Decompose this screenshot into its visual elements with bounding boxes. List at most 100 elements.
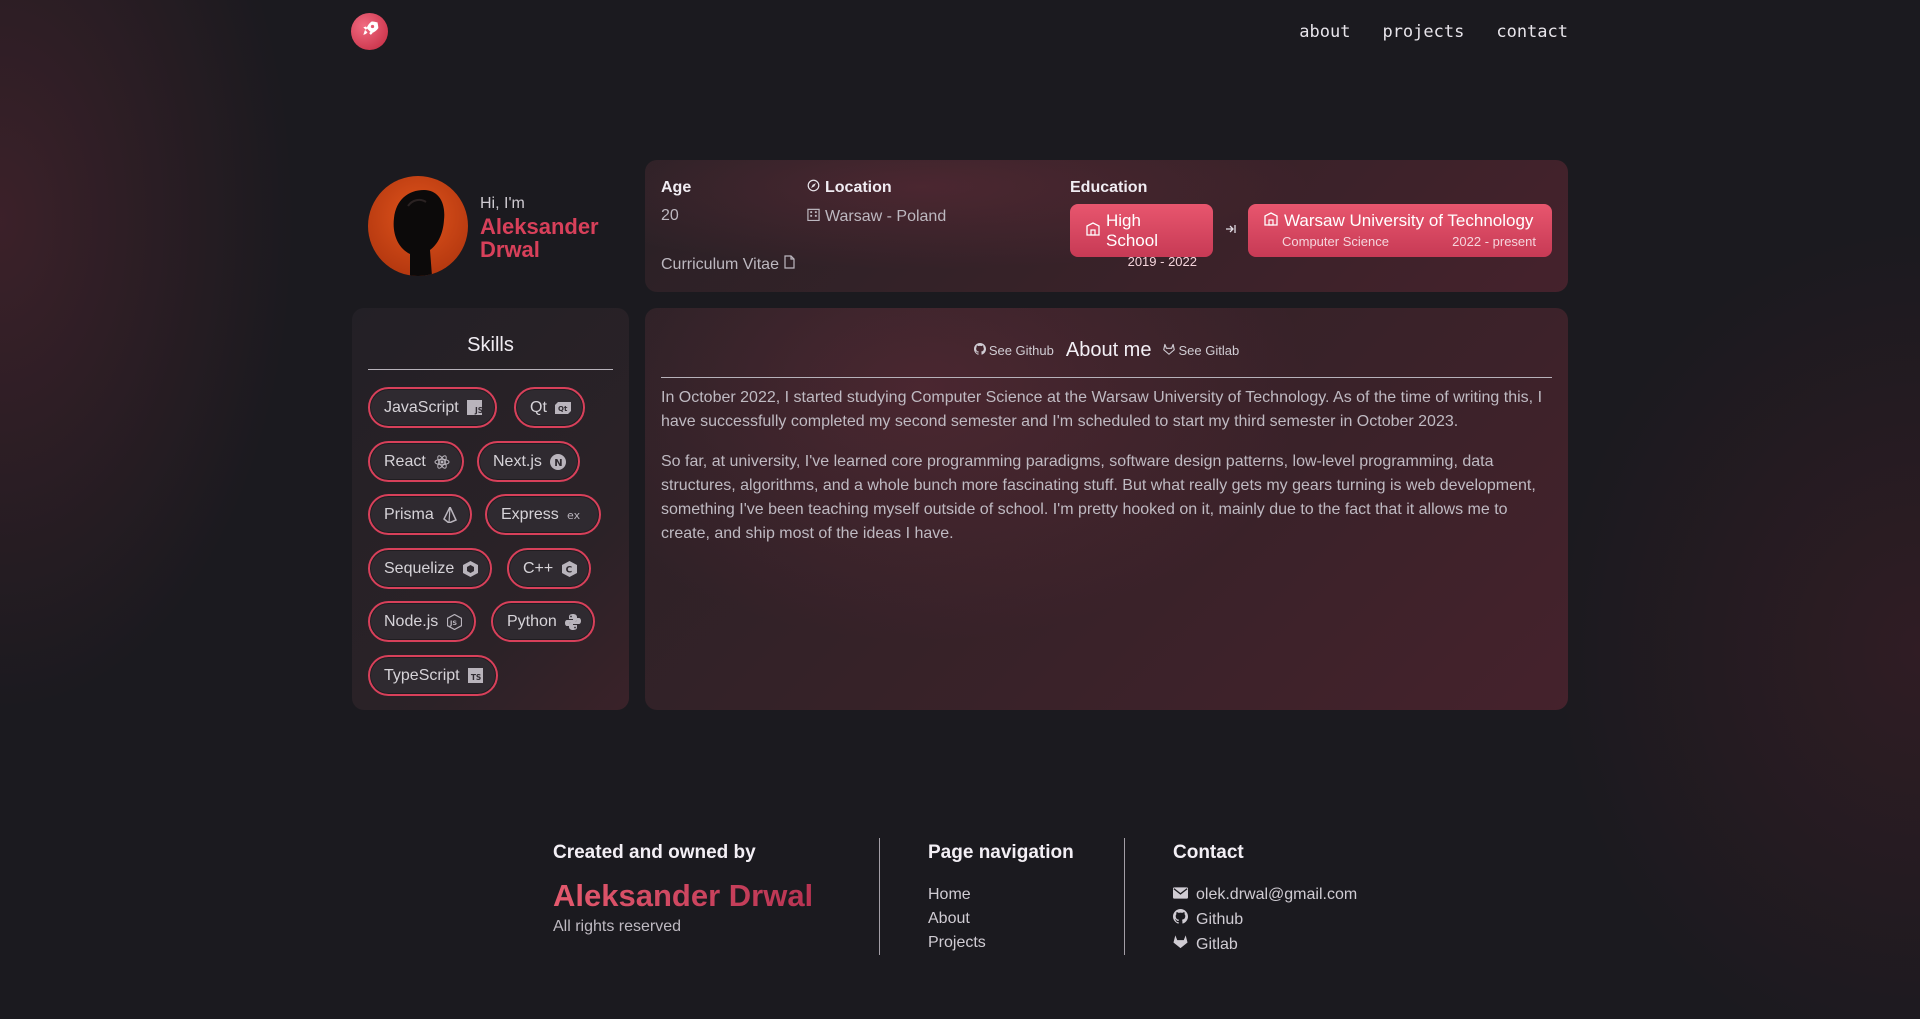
svg-text:JS: JS (474, 406, 482, 415)
avatar (368, 176, 468, 276)
prisma-icon (442, 506, 458, 523)
footer-contact-heading: Contact (1173, 842, 1244, 863)
skill-chip-nextjs[interactable]: Next.js N (477, 441, 580, 482)
education-subtitle: Computer Science (1282, 234, 1389, 249)
school-icon (1264, 211, 1278, 231)
skill-label: Node.js (384, 612, 439, 630)
gitlab-icon (1173, 934, 1188, 955)
skill-label: C++ (523, 559, 554, 577)
contact-email-link[interactable]: olek.drwal@gmail.com (1173, 885, 1357, 905)
skill-chip-typescript[interactable]: TypeScript TS (368, 655, 498, 696)
footer-nav-heading: Page navigation (928, 842, 1074, 863)
contact-github-link[interactable]: Github (1173, 909, 1357, 930)
document-icon (784, 255, 795, 274)
skill-label: React (384, 452, 426, 470)
skill-label: Express (501, 505, 559, 523)
education-years: 2022 - present (1452, 234, 1536, 249)
skill-label: Qt (530, 398, 547, 416)
skill-chip-react[interactable]: React (368, 441, 464, 482)
sequelize-icon (462, 560, 478, 577)
react-icon (434, 454, 450, 470)
education-university: Warsaw University of Technology Computer… (1248, 204, 1552, 257)
footer-divider (1124, 838, 1125, 955)
age-label: Age (661, 179, 692, 196)
education-label: Education (1070, 179, 1148, 196)
about-text: In October 2022, I started studying Comp… (661, 386, 1552, 562)
svg-text:ex: ex (567, 509, 581, 521)
contact-email: olek.drwal@gmail.com (1196, 886, 1358, 903)
about-title: About me (1065, 338, 1152, 361)
age-value: 20 (661, 207, 679, 224)
typescript-icon: TS (468, 668, 484, 684)
about-card: See Github About me See Gitlab In Octobe… (645, 308, 1568, 710)
about-paragraph: In October 2022, I started studying Comp… (661, 389, 1543, 430)
footer-link-projects[interactable]: Projects (928, 933, 986, 953)
skill-chip-prisma[interactable]: Prisma (368, 494, 472, 535)
see-github-label: See Github (988, 342, 1054, 358)
svg-text:C: C (565, 565, 572, 575)
skill-chip-nodejs[interactable]: Node.js JS (368, 601, 477, 642)
footer-created-heading: Created and owned by (553, 842, 756, 863)
skill-chip-cpp[interactable]: C++ C (507, 548, 592, 589)
rocket-icon (360, 19, 380, 44)
nav-link-about[interactable]: about (1299, 22, 1350, 42)
qt-icon: Qt (554, 400, 571, 416)
contact-gitlab: Gitlab (1196, 935, 1238, 953)
python-icon (564, 613, 581, 630)
nav-link-contact[interactable]: contact (1496, 22, 1568, 42)
education-title: High School (1106, 211, 1158, 250)
nav-link-projects[interactable]: projects (1382, 22, 1464, 42)
hero-name-last: Drwal (480, 237, 540, 262)
arrow-right-icon (1225, 222, 1237, 237)
about-paragraph: So far, at university, I've learned core… (661, 453, 1536, 542)
footer-link-home[interactable]: Home (928, 885, 986, 905)
contact-github: Github (1196, 910, 1244, 928)
about-header: See Github About me See Gitlab (661, 333, 1552, 378)
cv-label: Curriculum Vitae (661, 255, 779, 273)
top-nav: about projects contact (1299, 22, 1568, 42)
see-gitlab-link[interactable]: See Gitlab (1163, 343, 1239, 358)
express-icon: ex (567, 507, 587, 523)
skill-label: Prisma (384, 505, 434, 523)
nodejs-icon: JS (446, 613, 462, 630)
svg-text:N: N (554, 458, 562, 469)
cpp-icon: C (561, 560, 577, 577)
javascript-icon: JS (467, 400, 483, 416)
education-high-school: High School 2019 - 2022 (1070, 204, 1213, 269)
compass-icon (807, 179, 820, 197)
skill-chip-express[interactable]: Express ex (485, 494, 601, 535)
skill-chip-javascript[interactable]: JavaScript JS (368, 387, 497, 428)
cv-link[interactable]: Curriculum Vitae (661, 255, 795, 274)
school-icon (1086, 221, 1100, 241)
skills-title: Skills (368, 334, 613, 370)
location-heading: Location (807, 179, 892, 197)
mail-icon (1173, 885, 1188, 905)
svg-text:JS: JS (449, 619, 457, 627)
hero-name: Aleksander Drwal (480, 215, 620, 261)
footer-link-about[interactable]: About (928, 909, 986, 929)
education-title: Warsaw University of Technology (1284, 211, 1534, 230)
skill-chip-sequelize[interactable]: Sequelize (368, 548, 493, 589)
skill-chip-python[interactable]: Python (491, 601, 595, 642)
skill-label: TypeScript (384, 666, 460, 684)
education-years: 2019 - 2022 (1127, 254, 1197, 269)
building-icon (807, 207, 820, 226)
see-github-link[interactable]: See Github (973, 342, 1054, 358)
skill-chip-qt[interactable]: Qt Qt (514, 387, 585, 428)
nextjs-icon: N (549, 453, 566, 470)
footer-rights: All rights reserved (553, 918, 682, 935)
greeting: Hi, I'm (480, 195, 525, 212)
github-icon (1173, 909, 1188, 930)
svg-text:TS: TS (471, 673, 482, 682)
skill-label: Python (507, 612, 557, 630)
github-icon (973, 342, 986, 358)
footer-owner-name: Aleksander Drwal (553, 878, 814, 913)
skills-card: Skills JavaScript JS Qt Qt React Next.js… (352, 308, 629, 710)
logo-button[interactable] (351, 13, 388, 50)
footer-contact-list: olek.drwal@gmail.com Github Gitlab (1173, 885, 1357, 955)
footer-divider (879, 838, 880, 955)
location-value: Warsaw - Poland (825, 207, 947, 225)
info-card: Age 20 Location Warsaw - Poland Curricul… (645, 160, 1568, 292)
contact-gitlab-link[interactable]: Gitlab (1173, 934, 1357, 955)
hero-name-first: Aleksander (480, 214, 599, 239)
